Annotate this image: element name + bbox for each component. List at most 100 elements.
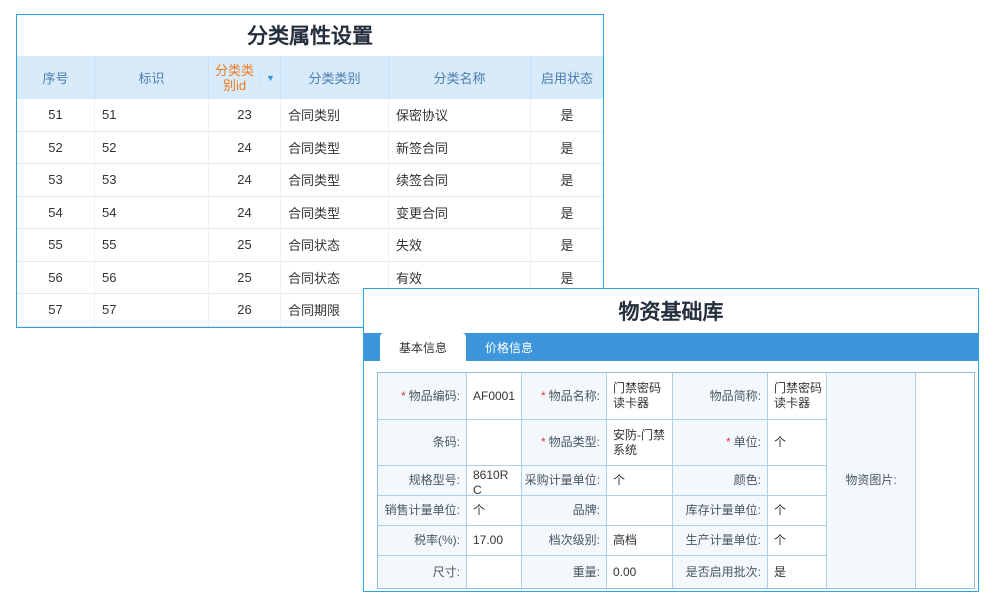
table-row[interactable]: 515123合同类别保密协议是 [17, 99, 603, 132]
form-field-label-text: 品牌: [573, 503, 600, 518]
column-header-sorted[interactable]: 分类类别id▼ [209, 56, 281, 99]
table-cell: 23 [209, 99, 281, 131]
table-cell: 56 [95, 262, 209, 294]
form-field-value[interactable]: 0.00 [607, 556, 672, 588]
required-asterisk: * [541, 389, 546, 404]
form-field-value[interactable]: 高档 [607, 526, 672, 555]
column-header[interactable]: 序号 [17, 56, 95, 99]
table-cell: 是 [531, 132, 603, 164]
form-field-label-text: 采购计量单位: [525, 473, 600, 488]
table-cell: 合同类别 [281, 99, 389, 131]
form-field-label-text: 档次级别: [549, 533, 600, 548]
column-header[interactable]: 分类类别 [281, 56, 389, 99]
form-field-label: 尺寸: [378, 556, 466, 588]
table-cell: 52 [17, 132, 95, 164]
required-asterisk: * [401, 389, 406, 404]
form-field-label: 生产计量单位: [673, 526, 767, 555]
form-field-value[interactable] [768, 466, 826, 495]
form-field-value[interactable]: 安防-门禁系统 [607, 420, 672, 465]
form-field-label: *单位: [673, 420, 767, 465]
form-field-value[interactable] [607, 496, 672, 525]
column-header[interactable]: 分类名称 [389, 56, 531, 99]
sort-down-icon[interactable]: ▼ [260, 73, 280, 83]
column-header[interactable]: 标识 [95, 56, 209, 99]
table-row[interactable]: 545424合同类型变更合同是 [17, 197, 603, 230]
table-cell: 51 [17, 99, 95, 131]
table-cell: 53 [95, 164, 209, 196]
table-cell: 合同类型 [281, 132, 389, 164]
form-field-label: 重量: [522, 556, 606, 588]
table-cell: 53 [17, 164, 95, 196]
table-cell: 25 [209, 229, 281, 261]
form-field-value[interactable]: 个 [607, 466, 672, 495]
material-image-value[interactable] [916, 373, 974, 588]
table-cell: 变更合同 [389, 197, 531, 229]
form-field-label-text: 物品简称: [710, 389, 761, 404]
form-field-label: 条码: [378, 420, 466, 465]
material-basic-info-form: *物品编码:AF0001*物品名称:门禁密码读卡器物品简称:门禁密码读卡器条码:… [377, 372, 975, 589]
form-field-label-text: 物品名称: [549, 389, 600, 404]
table-cell: 是 [531, 99, 603, 131]
column-header-label: 分类类别id [209, 63, 260, 93]
form-field-value[interactable]: 个 [768, 526, 826, 555]
table-row[interactable]: 525224合同类型新签合同是 [17, 132, 603, 165]
form-field-value[interactable]: 是 [768, 556, 826, 588]
table-cell: 54 [17, 197, 95, 229]
category-attribute-window: 分类属性设置 序号标识分类类别id▼分类类别分类名称启用状态 515123合同类… [16, 14, 604, 328]
form-field-label: 颜色: [673, 466, 767, 495]
form-field-value[interactable] [467, 556, 521, 588]
form-field-value[interactable]: 门禁密码读卡器 [768, 373, 826, 419]
table-cell: 55 [17, 229, 95, 261]
table-row[interactable]: 535324合同类型续签合同是 [17, 164, 603, 197]
form-field-value[interactable]: 17.00 [467, 526, 521, 555]
material-image-label: 物资图片: [827, 373, 915, 588]
category-window-title: 分类属性设置 [17, 15, 603, 56]
form-field-value[interactable]: 门禁密码读卡器 [607, 373, 672, 419]
form-field-label: 物品简称: [673, 373, 767, 419]
table-cell: 合同类型 [281, 164, 389, 196]
form-field-label-text: 规格型号: [409, 473, 460, 488]
table-cell: 57 [95, 294, 209, 326]
table-cell: 新签合同 [389, 132, 531, 164]
form-field-label: *物品类型: [522, 420, 606, 465]
table-cell: 57 [17, 294, 95, 326]
form-field-label: 采购计量单位: [522, 466, 606, 495]
form-field-label-text: 税率(%): [414, 533, 460, 548]
tab-basic-info[interactable]: 基本信息 [380, 333, 466, 361]
form-field-label: 档次级别: [522, 526, 606, 555]
form-field-label: 是否启用批次: [673, 556, 767, 588]
tab-price-info[interactable]: 价格信息 [466, 333, 552, 361]
table-cell: 合同状态 [281, 229, 389, 261]
form-field-value[interactable]: 个 [768, 420, 826, 465]
form-field-value[interactable]: AF0001 [467, 373, 521, 419]
form-field-value[interactable]: 个 [467, 496, 521, 525]
table-cell: 保密协议 [389, 99, 531, 131]
form-field-label-text: 颜色: [734, 473, 761, 488]
table-cell: 51 [95, 99, 209, 131]
table-cell: 24 [209, 197, 281, 229]
form-field-label: 品牌: [522, 496, 606, 525]
table-cell: 续签合同 [389, 164, 531, 196]
form-field-label-text: 条码: [433, 435, 460, 450]
material-library-window: 物资基础库 基本信息价格信息 *物品编码:AF0001*物品名称:门禁密码读卡器… [363, 288, 979, 592]
form-field-label-text: 重量: [573, 565, 600, 580]
table-cell: 52 [95, 132, 209, 164]
form-field-label-text: 库存计量单位: [686, 503, 761, 518]
form-field-value[interactable]: 8610RC [467, 466, 521, 495]
form-field-label-text: 单位: [734, 435, 761, 450]
required-asterisk: * [541, 435, 546, 450]
table-cell: 合同类型 [281, 197, 389, 229]
form-field-value[interactable] [467, 420, 521, 465]
form-field-label-text: 物品类型: [549, 435, 600, 450]
table-row[interactable]: 555525合同状态失效是 [17, 229, 603, 262]
table-cell: 26 [209, 294, 281, 326]
column-header[interactable]: 启用状态 [531, 56, 603, 99]
material-tabs: 基本信息价格信息 [364, 333, 978, 361]
form-field-label: *物品名称: [522, 373, 606, 419]
table-cell: 25 [209, 262, 281, 294]
form-field-value[interactable]: 个 [768, 496, 826, 525]
form-field-label: 销售计量单位: [378, 496, 466, 525]
form-field-label: 税率(%): [378, 526, 466, 555]
table-cell: 56 [17, 262, 95, 294]
form-field-label: 规格型号: [378, 466, 466, 495]
